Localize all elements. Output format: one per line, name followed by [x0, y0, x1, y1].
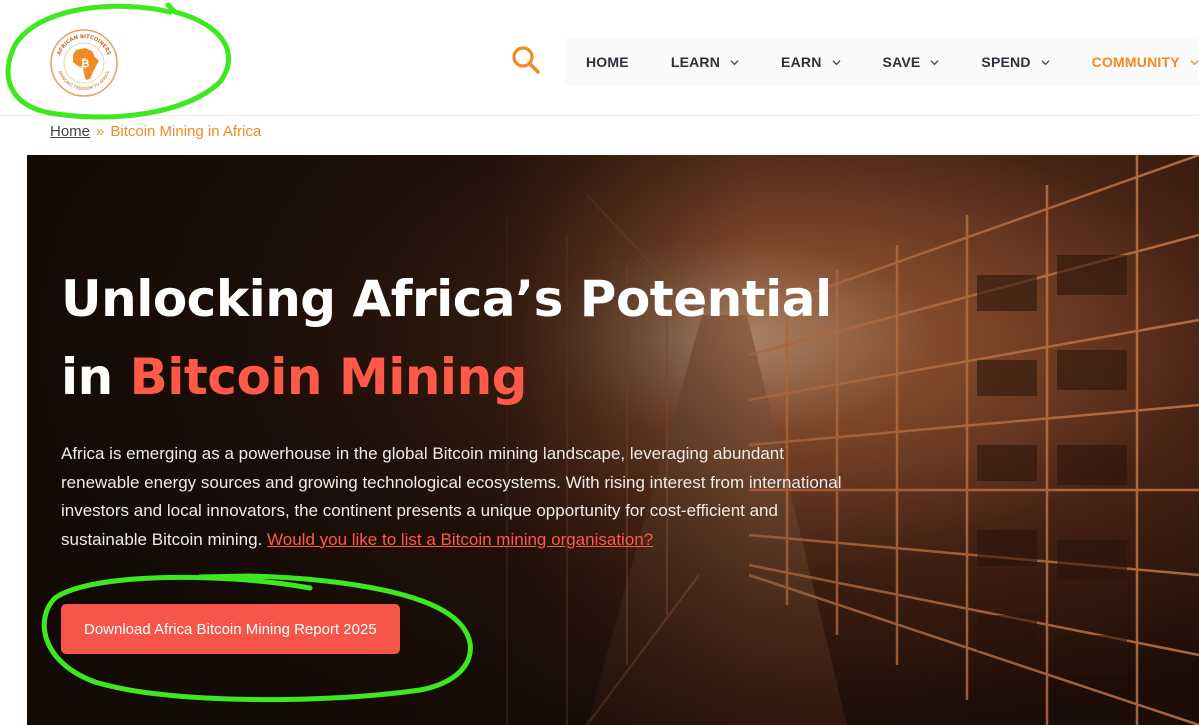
nav-community-label: COMMUNITY [1091, 54, 1180, 70]
download-report-button[interactable]: Download Africa Bitcoin Mining Report 20… [61, 604, 400, 654]
site-header: AFRICAN BITCOINERS BRINGING FREEDOM TO A… [0, 0, 1199, 116]
chevron-down-icon [1041, 59, 1050, 65]
nav-earn-label: EARN [781, 54, 822, 70]
nav-learn[interactable]: LEARN [650, 38, 760, 86]
main-nav: HOME LEARN EARN SAVE SPEND COMMUNITY [565, 38, 1199, 86]
nav-home-label: HOME [586, 54, 629, 70]
search-icon[interactable] [510, 44, 542, 76]
breadcrumb: Home » Bitcoin Mining in Africa [50, 123, 261, 140]
nav-earn[interactable]: EARN [760, 38, 861, 86]
hero-description: Africa is emerging as a powerhouse in th… [61, 440, 851, 554]
nav-save-label: SAVE [882, 54, 921, 70]
breadcrumb-separator: » [96, 123, 105, 140]
nav-community[interactable]: COMMUNITY [1071, 38, 1199, 86]
hero-title: Unlocking Africa’s Potential in Bitcoin … [61, 260, 832, 416]
nav-home[interactable]: HOME [565, 38, 650, 86]
african-bitcoiners-logo[interactable]: AFRICAN BITCOINERS BRINGING FREEDOM TO A… [49, 28, 119, 98]
nav-spend[interactable]: SPEND [960, 38, 1070, 86]
chevron-down-icon [930, 59, 939, 65]
breadcrumb-current: Bitcoin Mining in Africa [110, 123, 262, 140]
chevron-down-icon [730, 59, 739, 65]
nav-save[interactable]: SAVE [862, 38, 961, 86]
hero-title-line1: Unlocking Africa’s Potential [61, 270, 832, 328]
hero-title-line2-prefix: in [61, 348, 113, 406]
chevron-down-icon [1190, 59, 1199, 65]
nav-spend-label: SPEND [981, 54, 1031, 70]
list-mining-organisation-link[interactable]: Would you like to list a Bitcoin mining … [267, 530, 653, 549]
chevron-down-icon [831, 59, 841, 65]
breadcrumb-home-link[interactable]: Home [50, 123, 90, 140]
hero-title-accent: Bitcoin Mining [129, 348, 528, 406]
bitcoin-symbol: ₿ [81, 57, 90, 70]
hero-section: Unlocking Africa’s Potential in Bitcoin … [27, 155, 1199, 725]
nav-learn-label: LEARN [670, 54, 721, 70]
